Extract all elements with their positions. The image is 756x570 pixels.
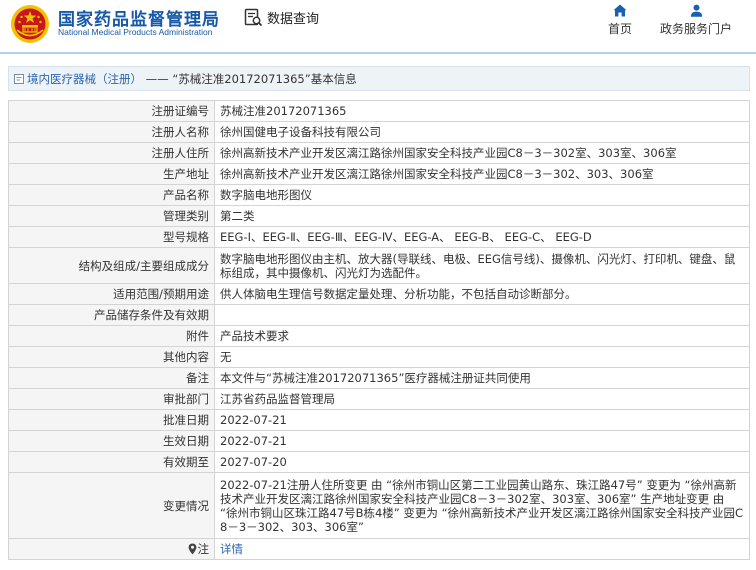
field-label: 产品储存条件及有效期 bbox=[8, 304, 215, 326]
document-icon bbox=[14, 73, 24, 84]
data-query-icon bbox=[244, 8, 263, 27]
note-label-cell: 注 bbox=[8, 538, 215, 560]
field-label: 生产地址 bbox=[8, 163, 215, 185]
table-row: 管理类别 第二类 bbox=[8, 205, 750, 227]
record-title-bar: 境内医疗器械（注册） —— “苏械注准20172071365”基本信息 bbox=[8, 66, 750, 91]
nav-home-label: 首页 bbox=[608, 22, 633, 36]
table-row: 产品名称 数字脑电地形图仪 bbox=[8, 184, 750, 206]
field-value: 本文件与“苏械注准20172071365”医疗器械注册证共同使用 bbox=[214, 367, 750, 389]
data-query-label: 数据查询 bbox=[267, 12, 320, 27]
home-icon bbox=[613, 4, 627, 17]
field-value: 2022-07-21 bbox=[214, 409, 750, 431]
field-label: 注 bbox=[197, 542, 210, 556]
nav-service-portal-label: 政务服务门户 bbox=[660, 22, 733, 36]
table-row: 型号规格 EEG-Ⅰ、EEG-Ⅱ、EEG-Ⅲ、EEG-Ⅳ、EEG-A、 EEG-… bbox=[8, 226, 750, 248]
field-value: 产品技术要求 bbox=[214, 325, 750, 347]
field-label: 管理类别 bbox=[8, 205, 215, 227]
national-emblem-icon[interactable] bbox=[10, 4, 50, 44]
field-value: 江苏省药品监督管理局 bbox=[214, 388, 750, 410]
field-value: 苏械注准20172071365 bbox=[214, 100, 750, 122]
field-label: 变更情况 bbox=[8, 472, 215, 539]
field-label: 批准日期 bbox=[8, 409, 215, 431]
field-label: 备注 bbox=[8, 367, 215, 389]
details-link[interactable]: 详情 bbox=[220, 542, 243, 556]
field-label: 结构及组成/主要组成成分 bbox=[8, 247, 215, 284]
field-label: 适用范围/预期用途 bbox=[8, 283, 215, 305]
details-cell: 详情 bbox=[214, 538, 750, 560]
field-label: 生效日期 bbox=[8, 430, 215, 452]
record-subject: “苏械注准20172071365”基本信息 bbox=[172, 71, 357, 86]
data-query-module[interactable]: 数据查询 bbox=[244, 8, 319, 27]
field-label: 产品名称 bbox=[8, 184, 215, 206]
field-value: EEG-Ⅰ、EEG-Ⅱ、EEG-Ⅲ、EEG-Ⅳ、EEG-A、 EEG-B、 EE… bbox=[214, 226, 750, 248]
table-row: 审批部门 江苏省药品监督管理局 bbox=[8, 388, 750, 410]
table-row: 变更情况 2022-07-21注册人住所变更 由 “徐州市铜山区第二工业园黄山路… bbox=[8, 472, 750, 539]
table-row: 注册人名称 徐州国健电子设备科技有限公司 bbox=[8, 121, 750, 143]
registration-info-table: 注册证编号 苏械注准20172071365 注册人名称 徐州国健电子设备科技有限… bbox=[8, 100, 750, 560]
field-value: 供人体脑电生理信号数据定量处理、分析功能，不包括自动诊断部分。 bbox=[214, 283, 750, 305]
table-row: 备注 本文件与“苏械注准20172071365”医疗器械注册证共同使用 bbox=[8, 367, 750, 389]
field-value: 2022-07-21 bbox=[214, 430, 750, 452]
header-divider bbox=[0, 52, 756, 54]
category-link[interactable]: 境内医疗器械（注册） bbox=[27, 72, 142, 86]
site-header: 国家药品监督管理局 National Medical Products Admi… bbox=[0, 0, 756, 52]
field-label: 有效期至 bbox=[8, 451, 215, 473]
table-row: 注册人住所 徐州高新技术产业开发区漓江路徐州国家安全科技产业园C8－3－302室… bbox=[8, 142, 750, 164]
field-value: 2022-07-21注册人住所变更 由 “徐州市铜山区第二工业园黄山路东、珠江路… bbox=[214, 472, 750, 539]
site-brand-english[interactable]: National Medical Products Administration bbox=[58, 27, 213, 37]
location-pin-icon bbox=[188, 543, 196, 555]
nav-home[interactable]: 首页 bbox=[608, 4, 632, 37]
field-value: 数字脑电地形图仪 bbox=[214, 184, 750, 206]
table-row: 结构及组成/主要组成成分 数字脑电地形图仪由主机、放大器(导联线、电极、EEG信… bbox=[8, 247, 750, 284]
field-value: 徐州高新技术产业开发区漓江路徐州国家安全科技产业园C8－3－302、303、30… bbox=[214, 163, 750, 185]
field-label: 附件 bbox=[8, 325, 215, 347]
field-value: 2027-07-20 bbox=[214, 451, 750, 473]
table-row: 有效期至 2027-07-20 bbox=[8, 451, 750, 473]
table-row: 适用范围/预期用途 供人体脑电生理信号数据定量处理、分析功能，不包括自动诊断部分… bbox=[8, 283, 750, 305]
field-value: 第二类 bbox=[214, 205, 750, 227]
field-label: 注册人名称 bbox=[8, 121, 215, 143]
table-row: 生产地址 徐州高新技术产业开发区漓江路徐州国家安全科技产业园C8－3－302、3… bbox=[8, 163, 750, 185]
field-label: 其他内容 bbox=[8, 346, 215, 368]
field-value: 徐州国健电子设备科技有限公司 bbox=[214, 121, 750, 143]
field-value: 数字脑电地形图仪由主机、放大器(导联线、电极、EEG信号线)、摄像机、闪光灯、打… bbox=[214, 247, 750, 284]
field-value bbox=[214, 304, 750, 326]
table-row: 注 详情 bbox=[8, 538, 750, 560]
nav-service-portal[interactable]: 政务服务门户 bbox=[660, 4, 732, 37]
table-row: 生效日期 2022-07-21 bbox=[8, 430, 750, 452]
field-value: 无 bbox=[214, 346, 750, 368]
table-row: 批准日期 2022-07-21 bbox=[8, 409, 750, 431]
title-separator: —— bbox=[145, 71, 169, 86]
table-row: 其他内容 无 bbox=[8, 346, 750, 368]
field-label: 注册人住所 bbox=[8, 142, 215, 164]
user-icon bbox=[690, 4, 702, 17]
field-value: 徐州高新技术产业开发区漓江路徐州国家安全科技产业园C8－3－302室、303室、… bbox=[214, 142, 750, 164]
table-row: 注册证编号 苏械注准20172071365 bbox=[8, 100, 750, 122]
record-title: 境内医疗器械（注册） —— “苏械注准20172071365”基本信息 bbox=[27, 71, 357, 87]
field-label: 型号规格 bbox=[8, 226, 215, 248]
field-label: 审批部门 bbox=[8, 388, 215, 410]
table-row: 产品储存条件及有效期 bbox=[8, 304, 750, 326]
table-row: 附件 产品技术要求 bbox=[8, 325, 750, 347]
field-label: 注册证编号 bbox=[8, 100, 215, 122]
